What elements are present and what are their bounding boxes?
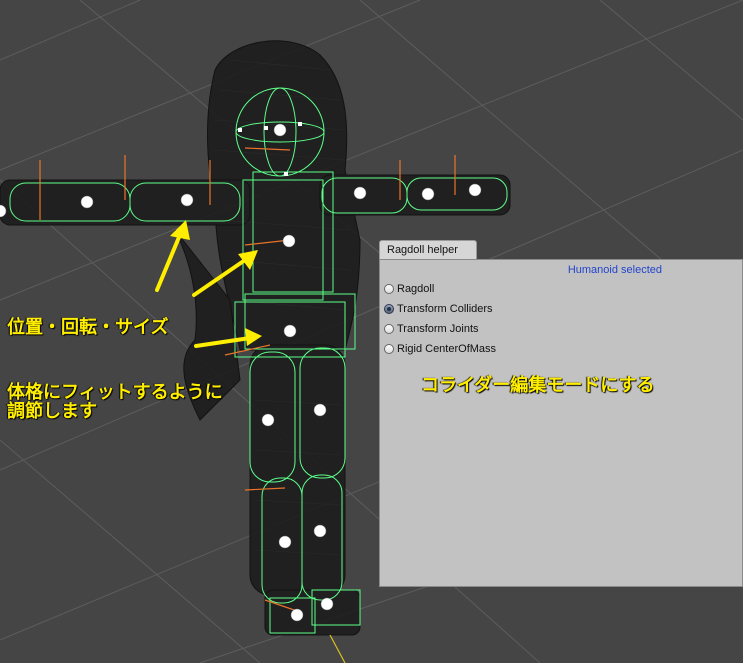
ragdoll-helper-tab[interactable]: Ragdoll helper: [379, 240, 477, 259]
mode-label: Transform Joints: [397, 323, 479, 335]
joint-handle: [421, 187, 435, 201]
mode-label: Ragdoll: [397, 283, 435, 295]
joint-handle: [320, 597, 334, 611]
annotation-position-rotation-size: 位置・回転・サイズ: [7, 317, 169, 338]
radio-selected-icon[interactable]: [384, 304, 394, 314]
mode-radio-transform-colliders[interactable]: Transform Colliders: [384, 301, 493, 317]
joint-handle: [313, 403, 327, 417]
joint-handle: [283, 324, 297, 338]
annotation-fit-line2: 調節します: [7, 401, 97, 422]
joint-handle: [353, 186, 367, 200]
radio-icon[interactable]: [384, 284, 394, 294]
joint-handle: [282, 234, 296, 248]
mode-label: Rigid CenterOfMass: [397, 343, 497, 355]
joint-handle: [261, 413, 275, 427]
joint-handle: [468, 183, 482, 197]
joint-handle: [80, 195, 94, 209]
joint-handle: [313, 524, 327, 538]
ragdoll-helper-panel: Ragdoll helper Humanoid selected Ragdoll…: [379, 240, 743, 587]
joint-handle: [273, 123, 287, 137]
radio-icon[interactable]: [384, 344, 394, 354]
annotation-fit-line1: 体格にフィットするように: [7, 382, 223, 403]
joint-handle: [278, 535, 292, 549]
mode-radio-transform-joints[interactable]: Transform Joints: [384, 321, 479, 337]
ragdoll-helper-body: Humanoid selected Ragdoll Transform Coll…: [379, 259, 743, 587]
radio-icon[interactable]: [384, 324, 394, 334]
joint-handle: [290, 608, 304, 622]
mode-radio-ragdoll[interactable]: Ragdoll: [384, 281, 434, 297]
joint-handle: [180, 193, 194, 207]
arrow-to-arm: [155, 228, 184, 292]
mode-radio-rigid-center-of-mass[interactable]: Rigid CenterOfMass: [384, 341, 496, 357]
annotation-collider-edit-mode: コライダー編集モードにする: [421, 375, 655, 396]
mode-label: Transform Colliders: [397, 303, 493, 315]
humanoid-status-label: Humanoid selected: [567, 264, 662, 276]
